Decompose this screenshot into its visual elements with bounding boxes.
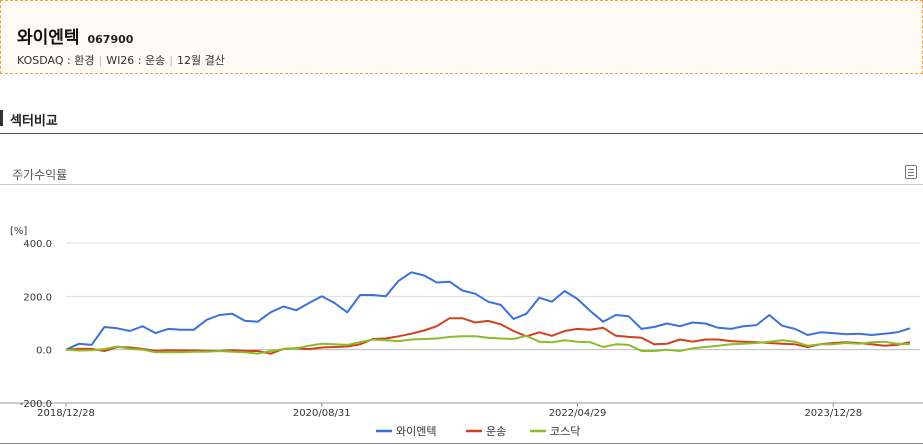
y-tick-label: 0.0 [36,346,52,357]
legend-label: 코스닥 [550,425,580,438]
x-tick-label: 2023/12/28 [804,408,862,419]
bottom-divider [0,443,923,444]
y-tick-label: 200.0 [23,292,52,303]
x-tick-label: 2022/04/29 [549,408,607,419]
series-line-2 [65,317,911,355]
x-tick-label: 2018/12/28 [37,408,95,419]
legend-label: 운송 [486,425,506,438]
returns-chart: [%] -200.00.0200.0400.0 2018/12/28 2020/0… [0,226,923,438]
legend-label: 와이엔텍 [396,425,436,438]
y-tick-label: 400.0 [23,239,52,250]
y-unit-label: [%] [10,226,27,237]
x-tick-label: 2020/08/31 [293,408,351,419]
